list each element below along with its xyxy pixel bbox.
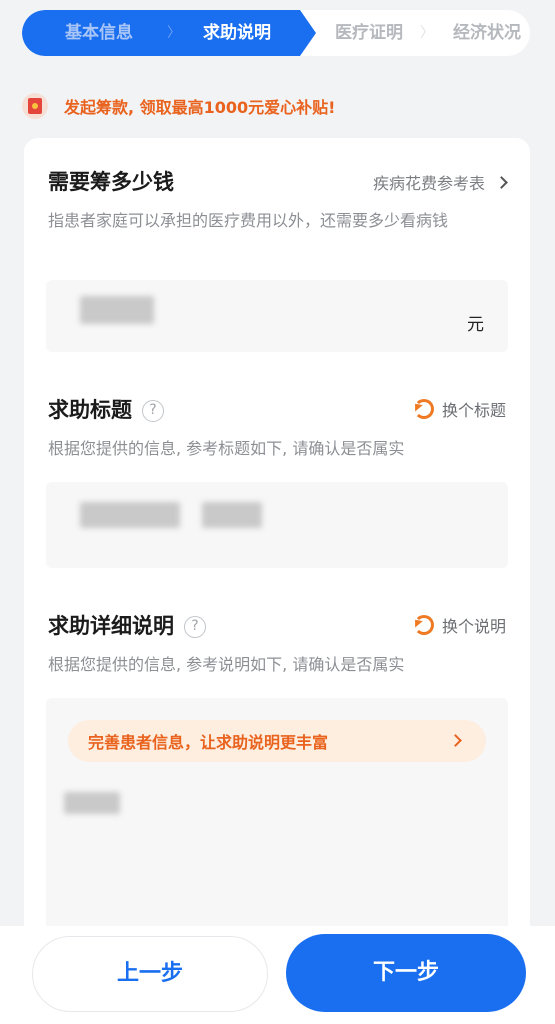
help-title-label: 求助标题 bbox=[48, 398, 132, 422]
tip-text: 完善患者信息，让求助说明更丰富 bbox=[88, 733, 329, 752]
help-title-input[interactable] bbox=[46, 482, 508, 568]
change-title-button[interactable]: 换个标题 bbox=[413, 397, 506, 421]
chevron-right-icon: 〉 bbox=[420, 25, 434, 41]
disease-cost-reference-link[interactable]: 疾病花费参考表 bbox=[372, 170, 508, 194]
amount-description: 指患者家庭可以承担的医疗费用以外，还需要多少看病钱 bbox=[48, 211, 449, 230]
chevron-right-icon: 〉 bbox=[167, 25, 181, 41]
blurred-value bbox=[80, 296, 154, 324]
notice-text: 发起筹款, 领取最高1000元爱心补贴! bbox=[64, 98, 336, 117]
question-mark-icon[interactable]: ? bbox=[184, 616, 206, 638]
help-title-heading: 求助标题? bbox=[48, 394, 164, 424]
step-medical-proof[interactable]: 医疗证明 bbox=[314, 10, 424, 56]
bottom-action-bar: 上一步 下一步 bbox=[0, 926, 555, 1024]
blurred-text bbox=[80, 502, 180, 528]
reference-link-label: 疾病花费参考表 bbox=[372, 174, 485, 193]
blurred-text bbox=[64, 792, 120, 814]
step-progress-bar: 基本信息 〉 求助说明 医疗证明 〉 经济状况 bbox=[22, 10, 530, 56]
amount-input[interactable]: 元 bbox=[46, 280, 508, 352]
help-detail-heading: 求助详细说明? bbox=[48, 610, 206, 640]
help-title-description: 根据您提供的信息, 参考标题如下, 请确认是否属实 bbox=[48, 439, 405, 458]
blurred-text bbox=[202, 502, 262, 528]
change-description-label: 换个说明 bbox=[441, 617, 506, 636]
question-mark-icon[interactable]: ? bbox=[142, 400, 164, 422]
help-detail-description: 根据您提供的信息, 参考说明如下, 请确认是否属实 bbox=[48, 655, 405, 674]
chevron-right-icon bbox=[495, 175, 508, 189]
step-help-description[interactable]: 求助说明 bbox=[182, 10, 292, 56]
subsidy-notice[interactable]: 发起筹款, 领取最高1000元爱心补贴! bbox=[22, 92, 335, 120]
next-step-button[interactable]: 下一步 bbox=[286, 934, 526, 1012]
previous-step-button[interactable]: 上一步 bbox=[32, 936, 268, 1012]
refresh-icon bbox=[413, 615, 434, 635]
step-financial-status[interactable]: 经济状况 bbox=[442, 10, 530, 56]
help-detail-label: 求助详细说明 bbox=[48, 614, 174, 638]
amount-title: 需要筹多少钱 bbox=[48, 170, 174, 194]
chevron-right-icon bbox=[449, 734, 462, 747]
change-description-button[interactable]: 换个说明 bbox=[413, 613, 506, 637]
form-card: 需要筹多少钱 疾病花费参考表 指患者家庭可以承担的医疗费用以外，还需要多少看病钱… bbox=[24, 138, 530, 938]
complete-patient-info-banner[interactable]: 完善患者信息，让求助说明更丰富 bbox=[68, 720, 486, 762]
amount-unit: 元 bbox=[467, 315, 484, 335]
refresh-icon bbox=[413, 399, 434, 419]
red-packet-icon bbox=[22, 93, 48, 119]
help-detail-textarea[interactable]: 完善患者信息，让求助说明更丰富 bbox=[46, 698, 508, 938]
change-title-label: 换个标题 bbox=[441, 401, 506, 420]
step-basic-info[interactable]: 基本信息 bbox=[44, 10, 154, 56]
